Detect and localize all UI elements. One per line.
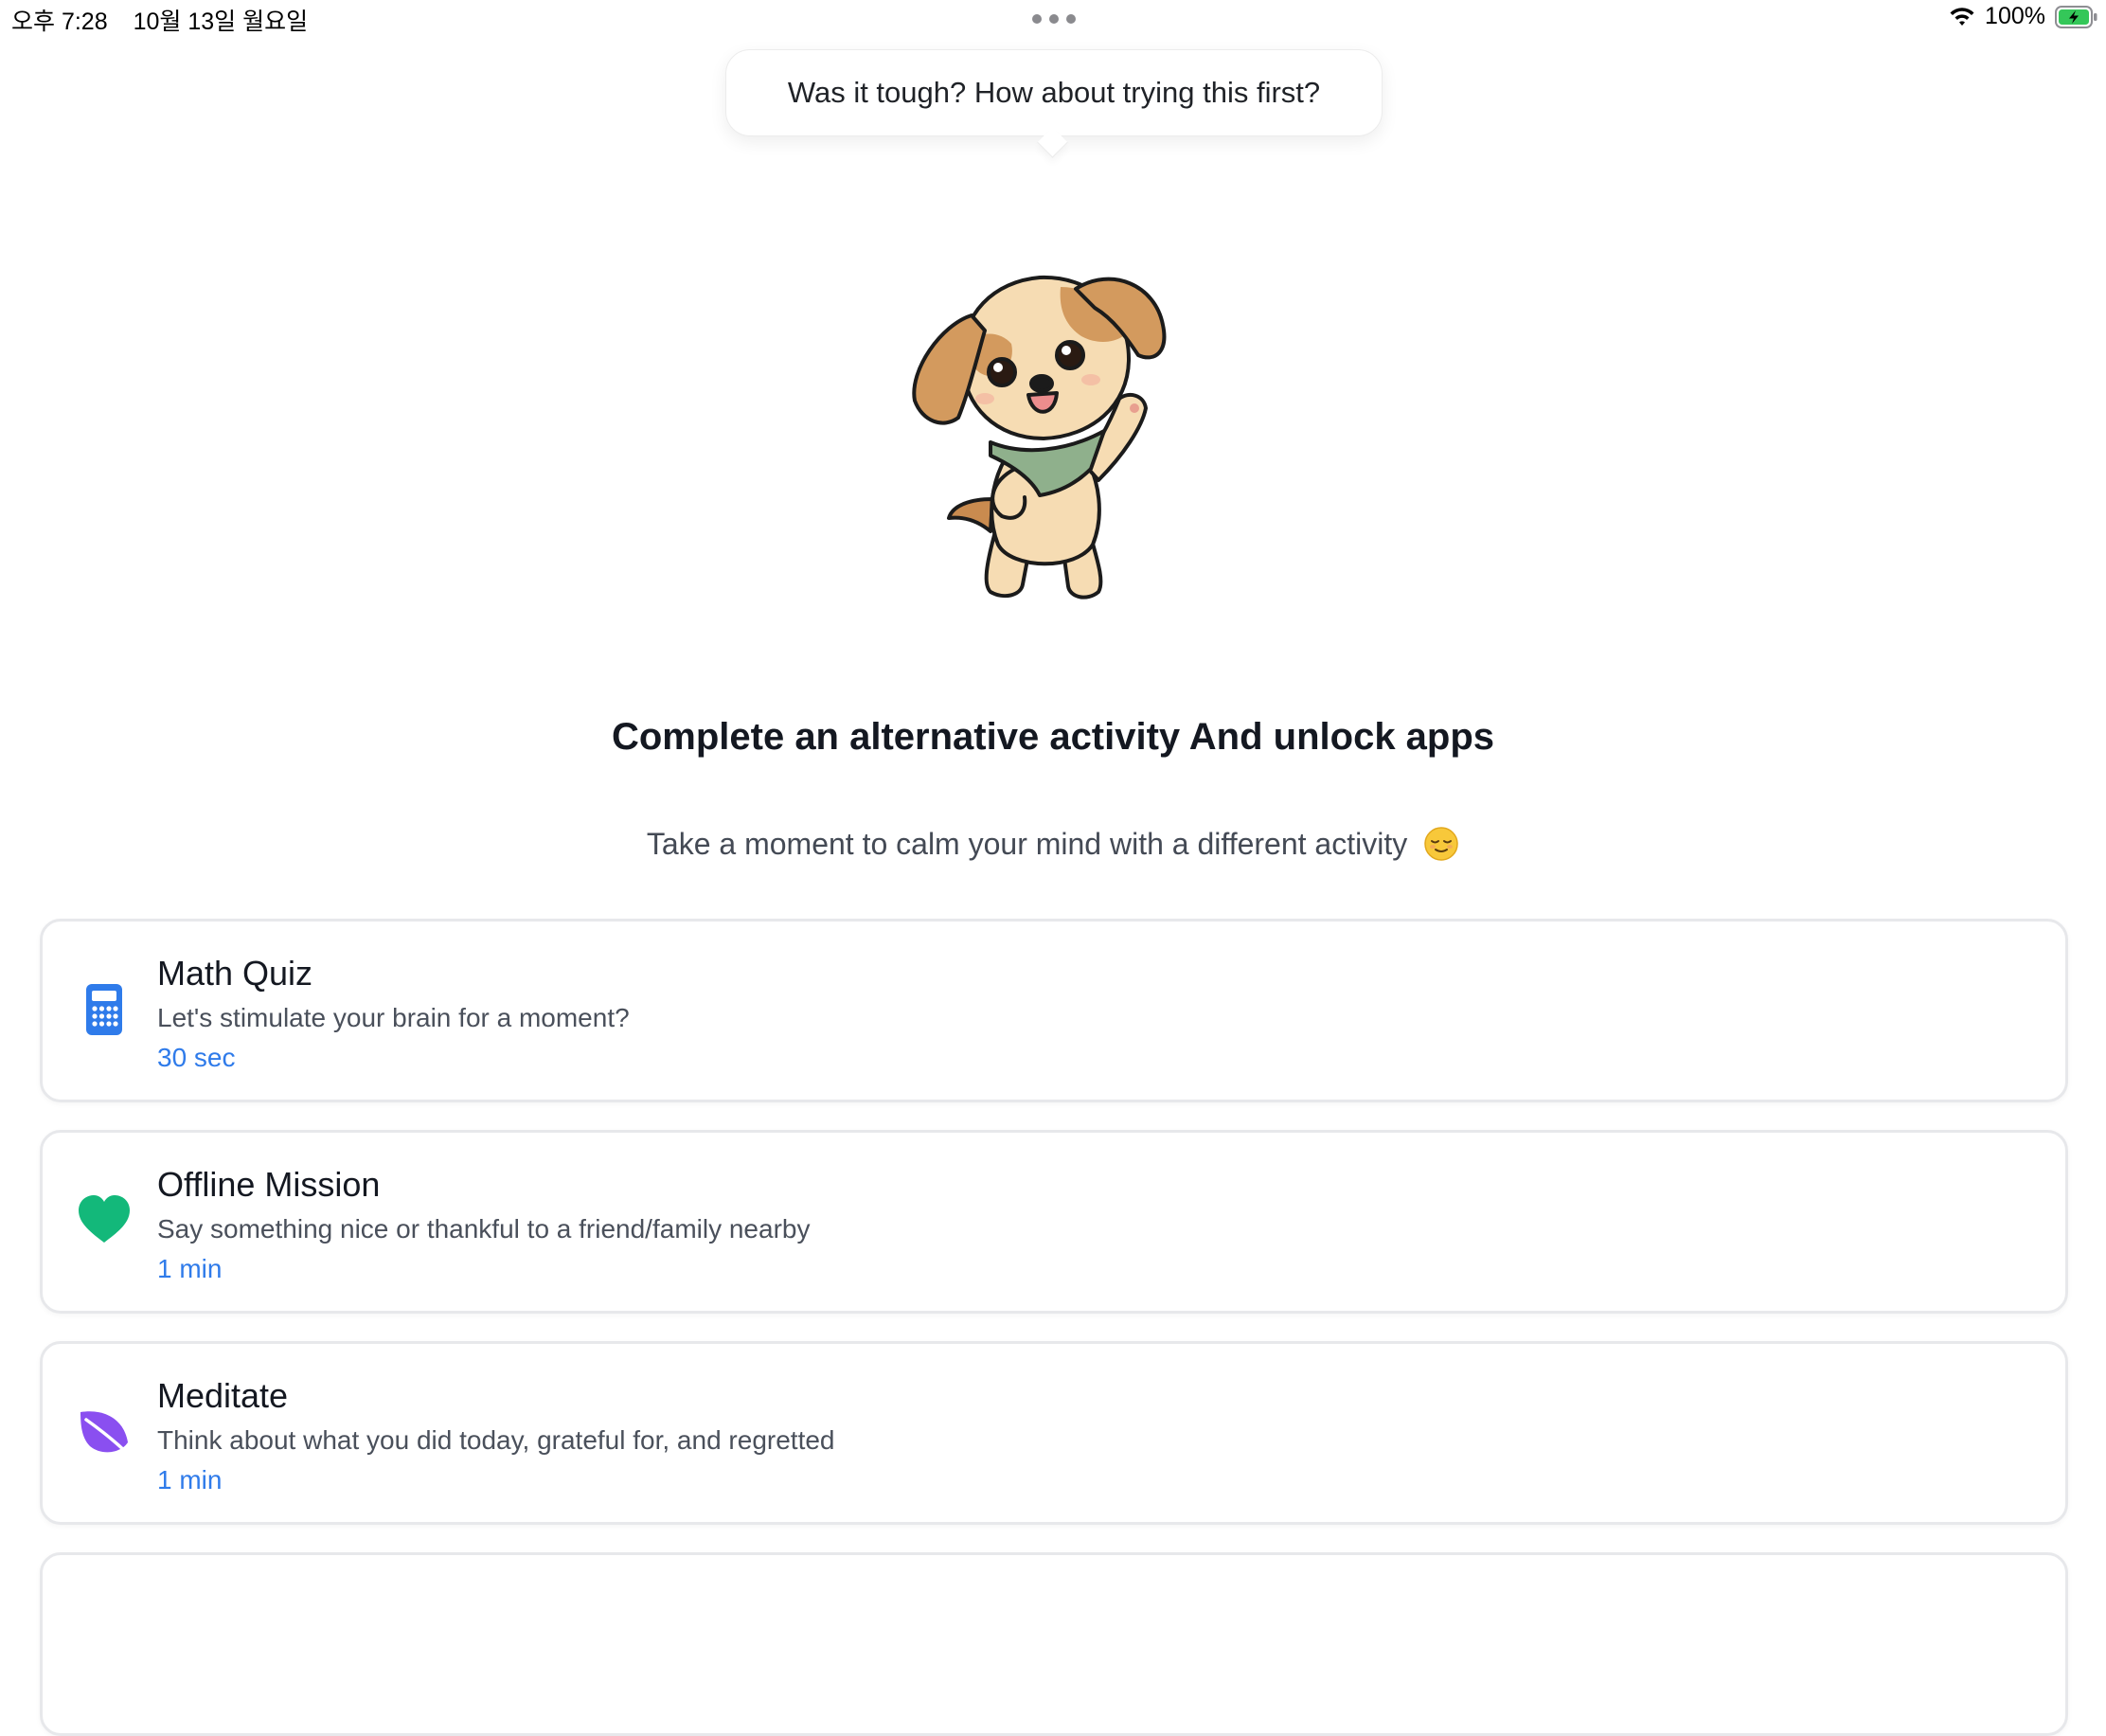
status-time: 오후 7:28: [11, 9, 108, 35]
activity-description: Say something nice or thankful to a frie…: [157, 1214, 811, 1244]
leaf-icon: [80, 1411, 132, 1458]
page-subtext-text: Take a moment to calm your mind with a d…: [646, 827, 1408, 861]
status-date: 10월 13일 월요일: [133, 9, 309, 35]
page-subtext: Take a moment to calm your mind with a d…: [0, 826, 2106, 862]
activity-card-offline-mission[interactable]: Offline Mission Say something nice or th…: [40, 1130, 2068, 1314]
activity-title: Math Quiz: [157, 954, 313, 993]
activity-card-math-quiz[interactable]: Math Quiz Let's stimulate your brain for…: [40, 919, 2068, 1102]
battery-charging-icon: [2055, 5, 2097, 28]
activity-card-partial[interactable]: [40, 1552, 2068, 1736]
activity-duration: 30 sec: [157, 1043, 236, 1072]
status-bar-right: 100%: [1949, 3, 2098, 30]
puppy-mascot-icon: [912, 275, 1167, 600]
activity-title: Meditate: [157, 1376, 289, 1415]
battery-percent: 100%: [1985, 3, 2045, 29]
activity-title: Offline Mission: [157, 1165, 381, 1204]
speech-bubble-text: Was it tough? How about trying this firs…: [787, 76, 1321, 109]
status-bar-left: 오후 7:28 10월 13일 월요일: [11, 3, 308, 37]
speech-bubble: Was it tough? How about trying this firs…: [725, 49, 1383, 136]
multitasking-dots-icon[interactable]: [1032, 14, 1076, 26]
activity-duration: 1 min: [157, 1254, 223, 1283]
heart-icon: [79, 1195, 130, 1243]
status-bar: 오후 7:28 10월 13일 월요일 100%: [0, 0, 2106, 38]
page-headline: Complete an alternative activity And unl…: [611, 716, 1495, 758]
wifi-icon: [1950, 7, 1974, 26]
calculator-icon: [86, 984, 122, 1035]
activity-description: Let's stimulate your brain for a moment?: [157, 1003, 630, 1032]
relieved-face-emoji: [1424, 827, 1458, 861]
activity-description: Think about what you did today, grateful…: [157, 1425, 835, 1455]
activity-card-meditate[interactable]: Meditate Think about what you did today,…: [40, 1341, 2068, 1525]
activity-duration: 1 min: [157, 1465, 223, 1494]
